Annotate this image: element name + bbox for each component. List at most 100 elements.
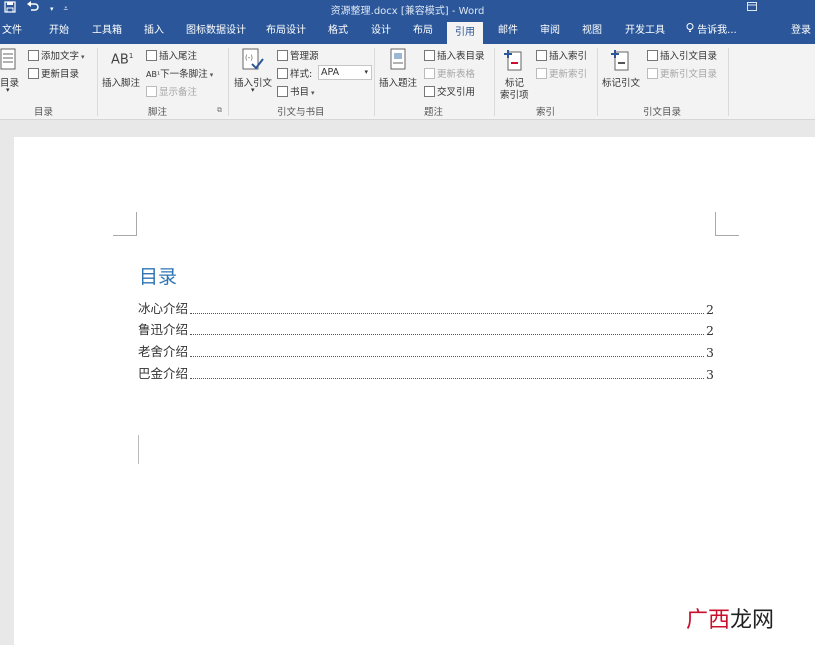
group-label-captions: 题注 [424, 107, 444, 118]
toc-entry[interactable]: 老舍介绍 3 [138, 342, 714, 360]
update-toa-icon [647, 68, 658, 79]
insert-table-of-figures-button[interactable]: 插入表目录 [424, 48, 485, 62]
sign-in-link[interactable]: 登录 [791, 18, 811, 44]
tab-home[interactable]: 开始 [49, 18, 69, 44]
toc-leader-dots [190, 356, 705, 357]
manage-sources-button[interactable]: 管理源 [277, 48, 319, 62]
update-index-label: 更新索引 [549, 69, 588, 80]
tab-toolbox[interactable]: 工具箱 [92, 18, 122, 44]
toc-entry-page: 2 [706, 302, 714, 317]
next-footnote-icon: AB¹ [146, 70, 161, 79]
toc-entry[interactable]: 鲁迅介绍 2 [138, 320, 714, 338]
toc-icon [0, 48, 16, 74]
tab-insert[interactable]: 插入 [144, 18, 164, 44]
ribbon-display-options-icon[interactable] [747, 2, 757, 14]
mark-citation-button[interactable]: 标记引文 [602, 75, 640, 89]
watermark-logo: 广西龙网 [686, 602, 774, 634]
style-label: 样式: [290, 69, 313, 80]
next-footnote-label: 下一条脚注 [160, 69, 208, 80]
cross-reference-icon [424, 86, 435, 97]
insert-index-button[interactable]: 插入索引 [536, 48, 587, 62]
update-toc-icon [28, 68, 39, 79]
tab-chart-design[interactable]: 图标数据设计 [186, 18, 246, 44]
tab-references[interactable]: 引用 [447, 22, 483, 44]
tell-me-search[interactable]: 告诉我... [686, 18, 737, 44]
ribbon-tab-bar: 文件 开始 工具箱 插入 图标数据设计 布局设计 格式 设计 布局 引用 邮件 … [0, 18, 815, 44]
toc-entry-page: 3 [706, 345, 714, 360]
footnote-dialog-launcher-icon[interactable]: ⧉ [217, 106, 222, 115]
toc-entry-text: 冰心介绍 [138, 301, 189, 316]
citation-style-dropdown[interactable]: APA ▾ [318, 65, 372, 80]
insert-toa-button[interactable]: 插入引文目录 [647, 48, 717, 62]
insert-endnote-icon [146, 50, 157, 61]
chevron-down-icon: ▾ [364, 68, 368, 76]
tab-layout-design[interactable]: 布局设计 [266, 18, 306, 44]
toc-entry-page: 3 [706, 367, 714, 382]
cross-reference-label: 交叉引用 [437, 87, 476, 98]
group-divider [228, 48, 229, 116]
style-icon [277, 68, 288, 79]
toc-entry[interactable]: 冰心介绍 2 [138, 299, 714, 317]
ribbon-references: 目录 ▾ 添加文字 ▾ 更新目录 目录 AB1 插入脚注 插入尾注 AB¹下一条脚… [0, 44, 815, 120]
tab-developer[interactable]: 开发工具 [625, 18, 665, 44]
add-text-label: 添加文字 [41, 51, 80, 62]
show-notes-label: 显示备注 [159, 87, 198, 98]
mark-entry-icon [503, 48, 523, 76]
title-bar: ▾ ⩡ 资源整理.docx [兼容模式] - Word [0, 0, 815, 18]
insert-citation-dropdown-icon[interactable]: ▾ [251, 86, 255, 94]
tab-mailings[interactable]: 邮件 [498, 18, 518, 44]
tab-file[interactable]: 文件 [2, 18, 22, 44]
toc-entry[interactable]: 巴金介绍 3 [138, 364, 714, 382]
update-index-button[interactable]: 更新索引 [536, 66, 587, 80]
insert-index-label: 插入索引 [549, 51, 588, 62]
update-toa-label: 更新引文目录 [660, 69, 718, 80]
tell-me-label: 告诉我... [697, 25, 737, 36]
tab-review[interactable]: 审阅 [540, 18, 560, 44]
toc-leader-dots [190, 378, 705, 379]
watermark-part-2: 龙网 [730, 608, 775, 633]
update-table-label: 更新表格 [437, 69, 476, 80]
show-notes-button[interactable]: 显示备注 [146, 84, 197, 98]
group-label-index: 索引 [536, 107, 556, 118]
toc-dropdown-icon[interactable]: ▾ [6, 86, 10, 94]
group-divider [374, 48, 375, 116]
bibliography-label: 书目 [290, 87, 310, 98]
next-footnote-button[interactable]: AB¹下一条脚注 ▾ [146, 66, 213, 80]
manage-sources-label: 管理源 [290, 51, 319, 62]
insert-endnote-button[interactable]: 插入尾注 [146, 48, 197, 62]
crop-mark-top-right [715, 212, 739, 236]
toc-entry-text: 老舍介绍 [138, 344, 189, 359]
lightbulb-icon [686, 23, 697, 36]
bibliography-button[interactable]: 书目 ▾ [277, 84, 315, 98]
insert-caption-icon [390, 48, 406, 74]
group-label-authorities: 引文目录 [643, 107, 682, 118]
update-table-button[interactable]: 更新表格 [424, 66, 475, 80]
svg-text:(-): (-) [245, 54, 253, 62]
toc-entry-page: 2 [706, 323, 714, 338]
toc-leader-dots [190, 313, 705, 314]
toc-heading: 目录 [139, 266, 178, 288]
mark-citation-icon [610, 48, 630, 76]
group-divider [597, 48, 598, 116]
add-text-button[interactable]: 添加文字 ▾ [28, 48, 85, 62]
insert-footnote-button[interactable]: 插入脚注 [102, 75, 140, 89]
insert-index-icon [536, 50, 547, 61]
cross-reference-button[interactable]: 交叉引用 [424, 84, 475, 98]
update-toc-button[interactable]: 更新目录 [28, 66, 79, 80]
watermark-part-1: 广西 [686, 608, 731, 633]
manage-sources-icon [277, 50, 288, 61]
insert-endnote-label: 插入尾注 [159, 51, 198, 62]
tab-view[interactable]: 视图 [582, 18, 602, 44]
style-selector: 样式: [277, 66, 312, 80]
mark-entry-label-2: 索引项 [500, 90, 529, 101]
tab-design[interactable]: 设计 [371, 18, 391, 44]
insert-caption-button[interactable]: 插入题注 [379, 75, 417, 89]
update-toa-button[interactable]: 更新引文目录 [647, 66, 717, 80]
group-label-citations: 引文与书目 [277, 107, 325, 118]
footnote-ab-icon: AB1 [111, 52, 134, 68]
update-index-icon [536, 68, 547, 79]
group-label-footnotes: 脚注 [148, 107, 168, 118]
text-cursor [138, 435, 139, 464]
tab-layout[interactable]: 布局 [413, 18, 433, 44]
tab-format[interactable]: 格式 [328, 18, 348, 44]
